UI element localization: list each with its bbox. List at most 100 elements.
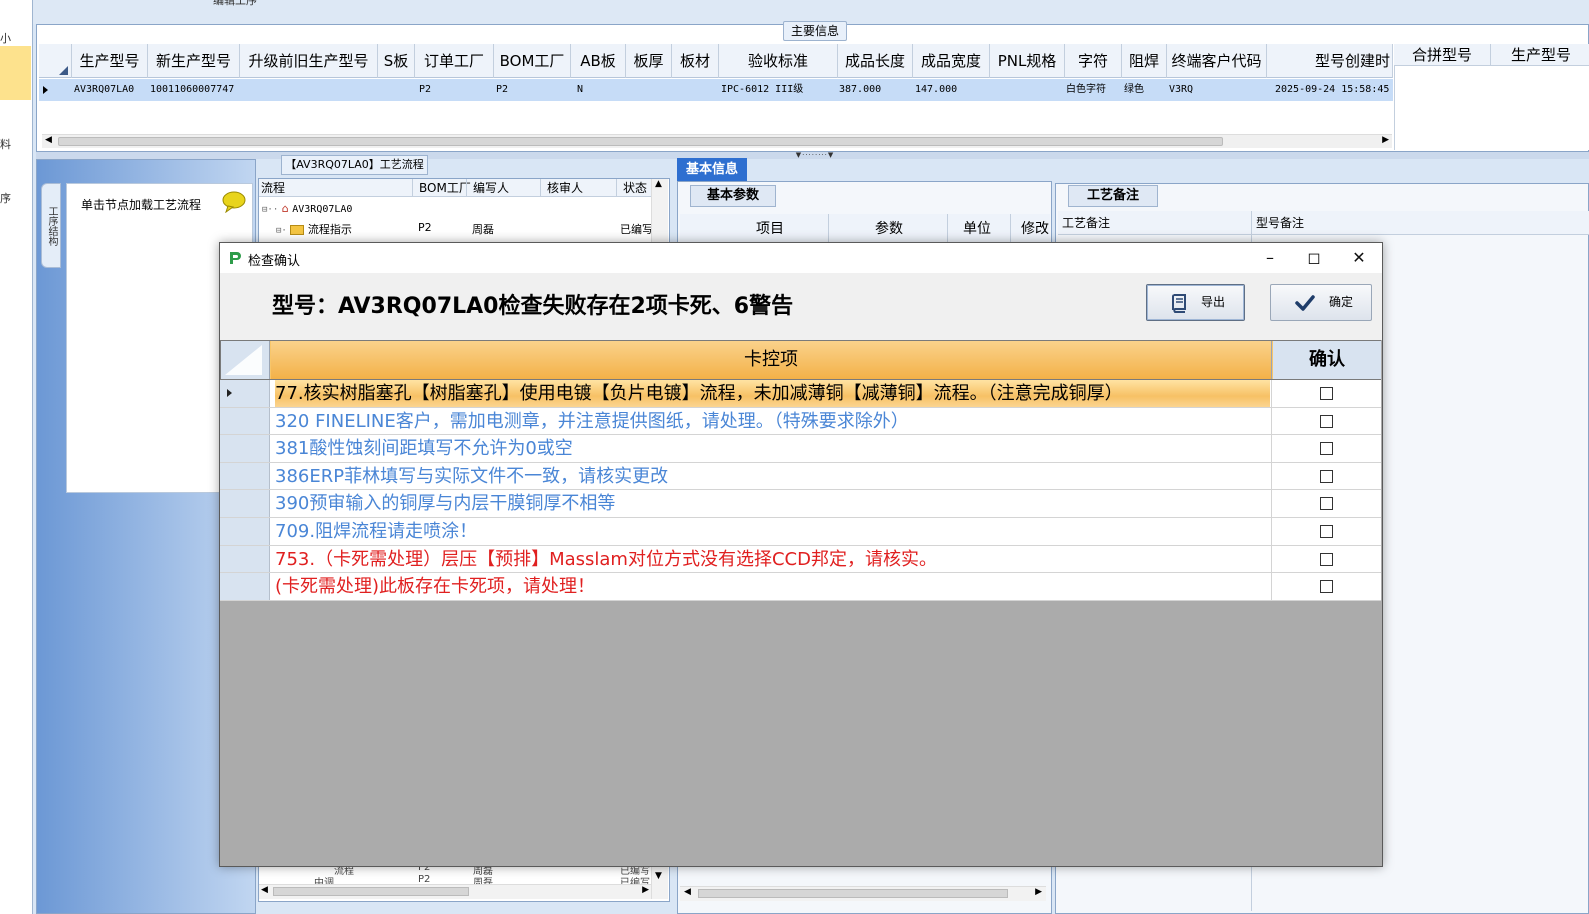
col-header[interactable]: 型号创建时 [1267, 44, 1393, 78]
tree-label: AV3RQ07LA0 [292, 204, 353, 215]
grid-corner[interactable] [39, 44, 72, 78]
confirm-checkbox[interactable] [1320, 442, 1333, 456]
confirm-checkbox[interactable] [1320, 387, 1333, 400]
col-header[interactable]: 验收标准 [719, 44, 838, 78]
scroll-left-icon[interactable]: ◀ [45, 135, 52, 145]
confirm-checkbox[interactable] [1320, 525, 1333, 538]
scroll-thumb[interactable] [58, 137, 1223, 146]
col-header[interactable]: BOM工厂 [494, 44, 571, 78]
col-header[interactable]: 单位 [947, 214, 991, 244]
scroll-left-icon[interactable]: ◀ [684, 887, 691, 897]
minimize-icon[interactable]: – [1247, 243, 1293, 273]
flow-hscrollbar[interactable]: ◀ ▶ [259, 884, 651, 899]
left-nav-item[interactable]: 料 [0, 136, 11, 152]
control-row[interactable]: 77.核实树脂塞孔【树脂塞孔】使用电镀【负片电镀】流程，未加减薄铜【减薄铜】流程… [220, 380, 1381, 408]
col-header[interactable]: 生产型号 [1490, 44, 1571, 66]
col-header[interactable]: 项目 [756, 214, 784, 244]
row-selector[interactable] [220, 435, 270, 462]
tab-basic-info[interactable]: 基本信息 [677, 158, 747, 181]
row-selector[interactable] [220, 407, 270, 435]
tree-label: 流程指示 [307, 223, 352, 236]
col-header[interactable]: 终端客户代码 [1167, 44, 1267, 78]
row-selector[interactable] [220, 573, 270, 600]
scroll-up-icon[interactable]: ▲ [655, 179, 662, 189]
col-header[interactable]: 核审人 [540, 179, 583, 197]
col-header[interactable]: 合拼型号 [1412, 44, 1472, 66]
col-header[interactable]: AB板 [571, 44, 626, 78]
cell: P2 [418, 874, 431, 884]
row-selector[interactable] [220, 462, 270, 490]
scroll-left-icon[interactable]: ◀ [261, 885, 268, 895]
control-row[interactable]: 709.阻焊流程请走喷涂！ [220, 518, 1381, 546]
col-header-confirm[interactable]: 确认 [1273, 341, 1381, 379]
scroll-thumb[interactable] [698, 889, 1008, 898]
basic-grid-header: 项目 参数 单位 修改 [680, 214, 1050, 244]
cell: P2 [418, 221, 432, 234]
col-header[interactable]: 修改 [1010, 214, 1049, 244]
col-header[interactable]: 字符 [1065, 44, 1122, 78]
control-row[interactable]: 381酸性蚀刻间距填写不允许为0或空 [220, 435, 1381, 463]
tree-row[interactable]: ⊟· 流程指示 P2 周磊 已编写 [276, 221, 656, 237]
row-selector[interactable] [220, 380, 270, 407]
col-header[interactable]: 状态 [616, 179, 647, 197]
col-header[interactable]: 新生产型号 [148, 44, 240, 78]
row-selector[interactable] [220, 545, 270, 573]
control-row[interactable]: 753.（卡死需处理）层压【预排】Masslam对位方式没有选择CCD邦定，请核… [220, 545, 1381, 574]
confirm-checkbox[interactable] [1320, 552, 1333, 566]
scroll-right-icon[interactable]: ▶ [1382, 135, 1389, 145]
chat-bubble-icon[interactable] [222, 191, 246, 213]
tab-basic-params[interactable]: 基本参数 [690, 185, 776, 207]
flow-panel-label: 【AV3RQ07LA0】工艺流程 [281, 155, 428, 175]
maximize-icon[interactable]: ◻ [1291, 243, 1337, 273]
col-header[interactable]: 阻焊 [1122, 44, 1167, 78]
control-item-text: 709.阻焊流程请走喷涂！ [275, 521, 478, 542]
scroll-down-icon[interactable]: ▼ [655, 871, 662, 881]
close-icon[interactable]: ✕ [1336, 243, 1382, 273]
cell: 2025-09-24 15:58:45 [1275, 84, 1390, 95]
col-header[interactable]: S板 [378, 44, 415, 78]
cell: 周磊 [472, 223, 494, 236]
col-header[interactable]: 板厚 [626, 44, 672, 78]
row-selector[interactable] [220, 490, 270, 517]
col-header[interactable]: 成品宽度 [913, 44, 990, 78]
col-header-control-item[interactable]: 卡控项 [271, 341, 1272, 379]
control-row[interactable]: 320 FINELINE客户，需加电测章，并注意提供图纸，请处理。（特殊要求除外… [220, 407, 1381, 436]
main-grid-hscrollbar[interactable]: ◀ ▶ [42, 134, 1392, 148]
main-grid-row[interactable]: AV3RQ07LA0 10011060007747 P2 P2 N IPC-60… [39, 79, 1393, 101]
control-row[interactable]: 390预审输入的铜厚与内层干膜铜厚不相等 [220, 490, 1381, 518]
col-header[interactable]: 参数 [828, 214, 903, 244]
col-header[interactable]: 编写人 [466, 179, 509, 197]
left-nav-selected[interactable] [0, 46, 31, 100]
left-nav-item[interactable]: 序 [0, 190, 11, 206]
grid-corner[interactable] [221, 341, 270, 379]
confirm-button[interactable]: 确定 [1270, 284, 1372, 321]
dialog-titlebar[interactable] [220, 243, 1382, 273]
col-header[interactable]: BOM工厂 [412, 179, 471, 197]
confirm-checkbox[interactable] [1320, 497, 1333, 511]
col-header[interactable]: 升级前旧生产型号 [240, 44, 378, 78]
process-structure-tab[interactable]: 工序结构 [41, 183, 61, 268]
col-header[interactable]: 板材 [672, 44, 719, 78]
left-nav-item[interactable]: 小 [0, 30, 11, 46]
basic-hscrollbar[interactable]: ◀ ▶ [680, 886, 1046, 901]
confirm-checkbox[interactable] [1320, 414, 1333, 428]
tree-row[interactable]: ⊟·· ⌂ AV3RQ07LA0 [262, 202, 352, 215]
splitter-grip-icon[interactable]: ▼········▼ [784, 152, 846, 159]
col-header[interactable]: 型号备注 [1256, 211, 1304, 235]
col-header[interactable]: 成品长度 [838, 44, 913, 78]
scroll-right-icon[interactable]: ▶ [642, 885, 649, 895]
export-button[interactable]: 导出 [1146, 284, 1245, 321]
col-header[interactable]: 订单工厂 [415, 44, 494, 78]
control-row[interactable]: 386ERP菲林填写与实际文件不一致，请核实更改 [220, 462, 1381, 491]
control-row[interactable]: (卡死需处理)此板存在卡死项，请处理！ [220, 573, 1381, 601]
row-selector[interactable] [220, 518, 270, 545]
scroll-right-icon[interactable]: ▶ [1035, 887, 1042, 897]
confirm-checkbox[interactable] [1320, 469, 1333, 483]
col-header[interactable]: PNL规格 [990, 44, 1065, 78]
scroll-thumb[interactable] [273, 887, 469, 896]
col-header[interactable]: 生产型号 [72, 44, 148, 78]
confirm-checkbox[interactable] [1320, 580, 1333, 594]
tab-process-notes[interactable]: 工艺备注 [1068, 185, 1158, 207]
col-header[interactable]: 工艺备注 [1062, 211, 1110, 235]
col-header[interactable]: 流程 [261, 179, 285, 197]
